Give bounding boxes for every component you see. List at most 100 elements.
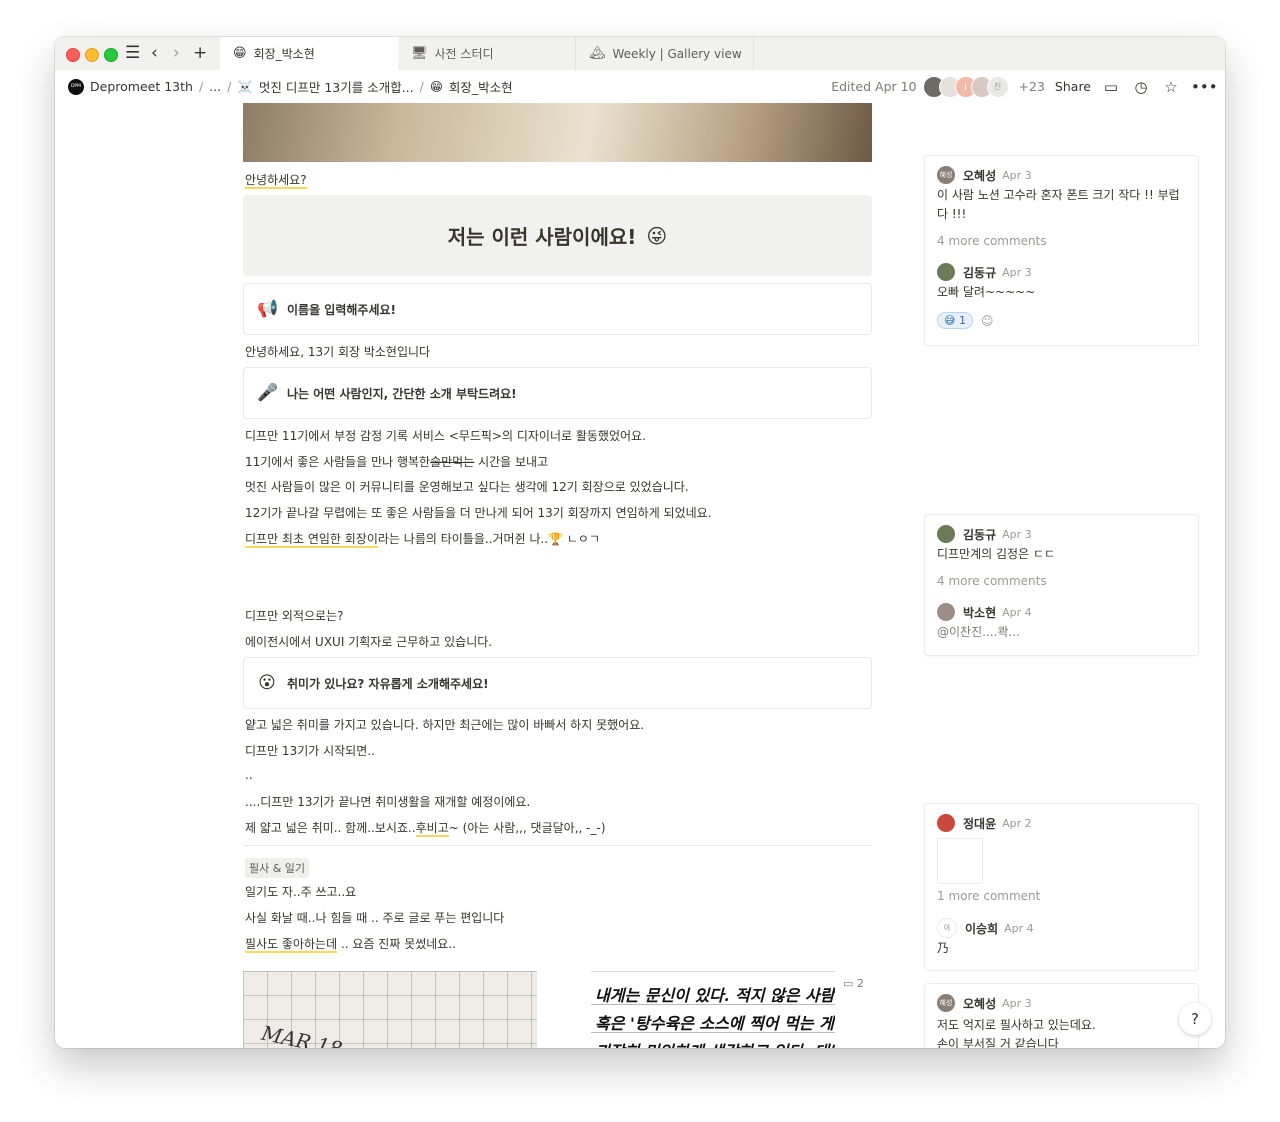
tab-page-icon: 🏔 [589, 46, 606, 61]
breadcrumb-separator: / [227, 79, 232, 94]
name-answer: 안녕하세요, 13기 회장 박소현입니다 [245, 345, 431, 359]
new-tab-icon[interactable]: + [193, 44, 207, 62]
handwritten-note-image[interactable]: 내게는 문신이 있다. 적지 않은 사람들이 알 혹은 '탕수육은 소스에 찍어… [591, 971, 835, 1048]
comment-meta: 이 이승희 Apr 4 [937, 918, 1034, 938]
tab-label: Weekly | Gallery view [612, 46, 742, 61]
breadcrumb-current[interactable]: 회장_박소현 [449, 77, 513, 96]
notebook-photo[interactable]: MAR 18 [243, 971, 537, 1048]
comment-author[interactable]: 김동규 [963, 264, 996, 281]
tab-weekly[interactable]: 🏔 Weekly | Gallery view [576, 37, 754, 70]
note-rule [591, 1032, 835, 1033]
comment-date: Apr 4 [1002, 605, 1032, 619]
header-actions: Edited Apr 10 J 진 +23 Share ▭ ◷ ☆ ••• [831, 70, 1218, 103]
title-line: 디프만 최초 연임한 회장이라는 나름의 타이틀을..거머쥔 나..🏆 ㄴㅇㄱ [245, 530, 600, 548]
sidebar-toggle-icon[interactable]: ☰ [125, 44, 140, 62]
handwritten-line: 혹은 '탕수육은 소스에 찍어 먹는 게 아니라 [595, 1014, 835, 1033]
breadcrumb-current-icon: 😁 [429, 79, 443, 94]
comment-date: Apr 3 [1002, 527, 1032, 541]
text-segment: 제 얇고 넓은 취미.. 함께..보시죠.. [245, 821, 416, 835]
divider [243, 845, 872, 846]
callout-text: 저는 이런 사람이에요! [447, 225, 637, 249]
close-window-button[interactable] [66, 48, 80, 62]
favorite-star-icon[interactable]: ☆ [1161, 78, 1181, 96]
comment-author[interactable]: 김동규 [963, 526, 996, 543]
breadcrumb: DPM Depromeet 13th / ... / ☠️ 멋진 디프만 13기… [68, 70, 513, 103]
text-segment: .. 요즘 진짜 못썼네요.. [337, 937, 456, 951]
hobby-line: 디프만 13기가 시작되면.. [245, 744, 375, 758]
comment-attachment[interactable] [937, 838, 983, 884]
text-segment: ~ (아는 사람,,, 댓글달아,, -_-) [448, 821, 606, 835]
back-icon[interactable]: ‹ [151, 44, 158, 62]
minimize-window-button[interactable] [85, 48, 99, 62]
tab-bar: ☰ ‹ › + 😁 회장_박소현 🖥 사전 스터디 🏔 Weekly | Gal… [55, 37, 1225, 70]
avatar [937, 263, 955, 281]
photo-handwriting: MAR 18 [259, 1020, 345, 1048]
callout-text: 나는 어떤 사람인지, 간단한 소개 부탁드려요! [287, 386, 517, 401]
callout-text: 이름을 입력해주세요! [287, 302, 397, 317]
reaction-pill[interactable]: 😅 1 [937, 312, 973, 329]
hero-photo [243, 103, 872, 162]
breadcrumb-ellipsis[interactable]: ... [209, 79, 221, 94]
handwritten-line: 괴장히 미안하게 생각하고 있다. 대단 [595, 1038, 835, 1048]
intro-line: 12기가 끝나갈 무렵에는 또 좋은 사람들을 더 만나게 되어 13기 회장까… [245, 506, 712, 520]
comment-author[interactable]: 이승희 [965, 920, 998, 937]
microphone-icon: 🎤 [257, 383, 279, 403]
strikethrough-text: 술만먹는 [430, 455, 475, 469]
comment-thread[interactable]: 김동규 Apr 3 디프만계의 김정은 ㄷㄷ 4 more comments 박… [924, 514, 1199, 656]
forward-icon[interactable]: › [173, 44, 180, 62]
hobby-callout[interactable]: 😮 취미가 있나요? 자유롭게 소개해주세요! [243, 657, 872, 709]
breadcrumb-workspace[interactable]: Depromeet 13th [90, 79, 193, 94]
outside-answer: 에이전시에서 UXUI 기획자로 근무하고 있습니다. [245, 635, 493, 649]
comment-thread[interactable]: 혜성 오혜성 Apr 3 이 사람 노션 고수라 혼자 폰트 크기 작다 !! … [924, 155, 1199, 346]
image-comment-indicator[interactable]: ▭ 2 [843, 977, 864, 990]
comment-thread[interactable]: 정대윤 Apr 2 1 more comment 이 이승희 Apr 4 乃 [924, 803, 1199, 971]
edited-timestamp[interactable]: Edited Apr 10 [831, 79, 916, 94]
more-comments-link[interactable]: 1 more comment [937, 889, 1040, 903]
avatar [937, 525, 955, 543]
megaphone-icon: 📢 [257, 299, 279, 319]
help-button[interactable]: ? [1179, 1003, 1211, 1035]
hobby-line: .. [245, 768, 253, 782]
intro-line: 11기에서 좋은 사람들을 만나 행복한술만먹는 시간을 보내고 [245, 453, 548, 470]
more-options-icon[interactable]: ••• [1191, 78, 1218, 96]
tab-study[interactable]: 🖥 사전 스터디 [398, 37, 576, 70]
comment-thread[interactable]: 혜성 오혜성 Apr 3 저도 억지로 필사하고 있는데요. 손이 부서질 거 … [924, 983, 1199, 1048]
more-comments-link[interactable]: 4 more comments [937, 234, 1047, 248]
highlighted-text: 디프만 최초 연임한 회장이 [245, 532, 378, 548]
avatar: 진 [986, 75, 1009, 98]
share-button[interactable]: Share [1055, 79, 1091, 94]
comment-author[interactable]: 박소현 [963, 604, 996, 621]
breadcrumb-parent[interactable]: 멋진 디프만 13기를 소개합... [259, 77, 414, 96]
comment-date: Apr 3 [1002, 168, 1032, 182]
comment-meta: 박소현 Apr 4 [937, 603, 1032, 621]
comment-author[interactable]: 오혜성 [963, 167, 996, 184]
add-reaction-icon[interactable]: ☺ [981, 314, 994, 328]
maximize-window-button[interactable] [104, 48, 118, 62]
comment-text: 손이 부서질 거 같습니다 [937, 1037, 1059, 1048]
big-callout[interactable]: 저는 이런 사람이에요! 😜 [243, 195, 872, 276]
intro-callout[interactable]: 🎤 나는 어떤 사람인지, 간단한 소개 부탁드려요! [243, 367, 872, 419]
comment-author[interactable]: 정대윤 [963, 815, 996, 832]
history-clock-icon[interactable]: ◷ [1131, 78, 1151, 96]
comment-date: Apr 4 [1004, 921, 1034, 935]
name-callout[interactable]: 📢 이름을 입력해주세요! [243, 283, 872, 335]
hobby-line: ....디프만 13기가 끝나면 취미생활을 재개할 예정이에요. [245, 795, 531, 809]
tab-page-icon: 😁 [233, 46, 247, 61]
comment-text: 저도 억지로 필사하고 있는데요. [937, 1018, 1096, 1032]
callout-text: 취미가 있나요? 자유롭게 소개해주세요! [287, 676, 489, 691]
collaborator-avatars[interactable]: J 진 [922, 75, 1009, 98]
tab-current[interactable]: 😁 회장_박소현 [220, 37, 398, 70]
avatar [937, 814, 955, 832]
extra-collaborators-count[interactable]: +23 [1019, 79, 1045, 94]
tab-label: 회장_박소현 [253, 47, 315, 61]
comment-date: Apr 3 [1002, 265, 1032, 279]
surprised-face-icon: 😮 [258, 673, 276, 693]
intro-line: 디프만 11기에서 부정 감정 기록 서비스 <무드픽>의 디자이너로 활동했었… [245, 429, 646, 443]
comments-icon[interactable]: ▭ [1101, 78, 1121, 96]
comment-author[interactable]: 오혜성 [963, 995, 996, 1012]
reaction-count: 1 [958, 314, 966, 327]
more-comments-link[interactable]: 4 more comments [937, 574, 1047, 588]
diary-line: 사실 화날 때..나 힘들 때 .. 주로 글로 푸는 편입니다 [245, 911, 505, 925]
comment-meta: 혜성 오혜성 Apr 3 [937, 166, 1032, 184]
greeting-text: 안녕하세요? [245, 171, 307, 189]
